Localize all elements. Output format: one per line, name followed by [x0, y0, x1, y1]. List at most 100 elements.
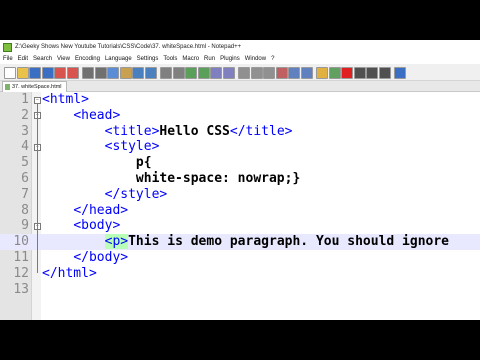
open-file-icon[interactable]	[16, 67, 29, 79]
language-icon[interactable]	[275, 67, 288, 79]
menu-encoding[interactable]: Encoding	[75, 56, 100, 62]
menu-run[interactable]: Run	[204, 56, 215, 62]
record-macro-icon[interactable]	[341, 67, 353, 79]
menu-window[interactable]: Window	[245, 56, 266, 62]
code-line[interactable]: 13	[0, 282, 480, 298]
monitoring-icon[interactable]	[328, 67, 341, 79]
run-macro-multiple-icon[interactable]	[378, 67, 391, 79]
zoom-out-icon[interactable]	[197, 67, 210, 79]
menu-search[interactable]: Search	[33, 56, 52, 62]
notepad-plus-plus-window: Z:\Geeky Shows New Youtube Tutorials\CSS…	[0, 40, 480, 320]
menu-edit[interactable]: Edit	[18, 56, 28, 62]
fold-range-line	[37, 150, 38, 195]
toolbar	[0, 64, 480, 81]
line-number: 8	[21, 202, 29, 218]
html-tag-token: <html>	[42, 92, 89, 107]
line-number: 10	[13, 234, 29, 250]
close-icon[interactable]	[54, 67, 66, 79]
redo-icon[interactable]	[144, 67, 157, 79]
line-number: 4	[21, 139, 29, 155]
line-number: 11	[13, 250, 29, 265]
replace-icon[interactable]	[172, 67, 185, 79]
title-bar: Z:\Geeky Shows New Youtube Tutorials\CSS…	[0, 40, 480, 54]
html-tag-token: </title>	[229, 123, 293, 139]
html-tag-token: </head>	[73, 202, 129, 218]
line-number: 1	[21, 92, 29, 107]
menu-file[interactable]: File	[3, 56, 13, 62]
html-tag-token: <body>	[73, 218, 121, 234]
print-icon[interactable]	[82, 67, 94, 79]
code-text: <head>	[42, 108, 120, 124]
code-text: p{	[42, 155, 152, 171]
paste-icon[interactable]	[119, 67, 132, 79]
word-wrap-icon[interactable]	[238, 67, 250, 79]
code-line[interactable]: 6 white-space: nowrap;}	[0, 171, 480, 187]
undo-icon[interactable]	[132, 67, 144, 79]
line-number: 7	[21, 186, 29, 202]
show-all-chars-icon[interactable]	[250, 67, 263, 79]
save-icon[interactable]	[29, 67, 41, 79]
menu-macro[interactable]: Macro	[182, 56, 199, 62]
cut-icon[interactable]	[94, 67, 107, 79]
menu-view[interactable]: View	[57, 56, 70, 62]
code-text: </body>	[42, 250, 128, 266]
code-line[interactable]: 4 <style>	[0, 139, 480, 155]
tab-whitespace-html[interactable]: 37. whiteSpace.html	[2, 81, 67, 92]
function-list-icon[interactable]	[300, 67, 313, 79]
text-token: This is demo paragraph. You should ignor…	[128, 234, 450, 250]
code-line[interactable]: 3 <title>Hello CSS</title>	[0, 124, 480, 140]
code-line[interactable]: 10 <p>This is demo paragraph. You should…	[0, 234, 480, 250]
play-macro-icon[interactable]	[366, 67, 378, 79]
code-line[interactable]: 2 <head>	[0, 108, 480, 124]
code-line[interactable]: 12 </html>	[0, 266, 480, 282]
indent-guide-icon[interactable]	[263, 67, 275, 79]
html-tag-token: <head>	[73, 107, 121, 123]
code-text: <body>	[42, 218, 120, 234]
zoom-in-icon[interactable]	[185, 67, 197, 79]
doc-map-icon[interactable]	[288, 67, 300, 79]
save-macro-icon[interactable]	[394, 67, 406, 79]
line-number: 3	[21, 123, 29, 139]
code-line[interactable]: 5 p{	[0, 155, 480, 171]
menu-help[interactable]: ?	[271, 56, 274, 62]
find-icon[interactable]	[160, 67, 172, 79]
code-line[interactable]: 9 <body>	[0, 218, 480, 234]
sync-horizontal-icon[interactable]	[222, 67, 235, 79]
code-text: <html>	[42, 92, 89, 108]
text-token: Hello CSS	[159, 123, 230, 139]
html-tag-token: <style>	[104, 139, 160, 155]
code-text: <title>Hello CSS</title>	[42, 124, 293, 140]
menu-bar: File Edit Search View Encoding Language Settin…	[0, 54, 480, 64]
menu-language[interactable]: Language	[105, 56, 132, 62]
new-file-icon[interactable]	[4, 67, 16, 79]
code-text: </html>	[42, 266, 97, 282]
code-editor[interactable]: 1 <html> 2 <head> 3 <title>Hello CSS</title…	[0, 92, 480, 320]
line-number: 6	[21, 171, 29, 186]
close-all-icon[interactable]	[66, 67, 79, 79]
sync-vertical-icon[interactable]	[210, 67, 222, 79]
menu-settings[interactable]: Settings	[137, 56, 159, 62]
code-line[interactable]: 1 <html>	[0, 92, 480, 108]
fold-range-line	[37, 229, 38, 258]
menu-plugins[interactable]: Plugins	[220, 56, 240, 62]
code-line[interactable]: 11 </body>	[0, 250, 480, 266]
code-line[interactable]: 7 </style>	[0, 187, 480, 203]
code-text: </style>	[42, 187, 168, 203]
copy-icon[interactable]	[107, 67, 119, 79]
folder-workspace-icon[interactable]	[316, 67, 328, 79]
stop-macro-icon[interactable]	[353, 67, 366, 79]
code-line[interactable]: 8 </head>	[0, 203, 480, 219]
line-number: 12	[13, 265, 29, 281]
save-all-icon[interactable]	[41, 67, 54, 79]
fold-toggle-icon[interactable]: −	[34, 96, 41, 104]
code-text: <style>	[42, 139, 160, 155]
menu-tools[interactable]: Tools	[163, 56, 177, 62]
